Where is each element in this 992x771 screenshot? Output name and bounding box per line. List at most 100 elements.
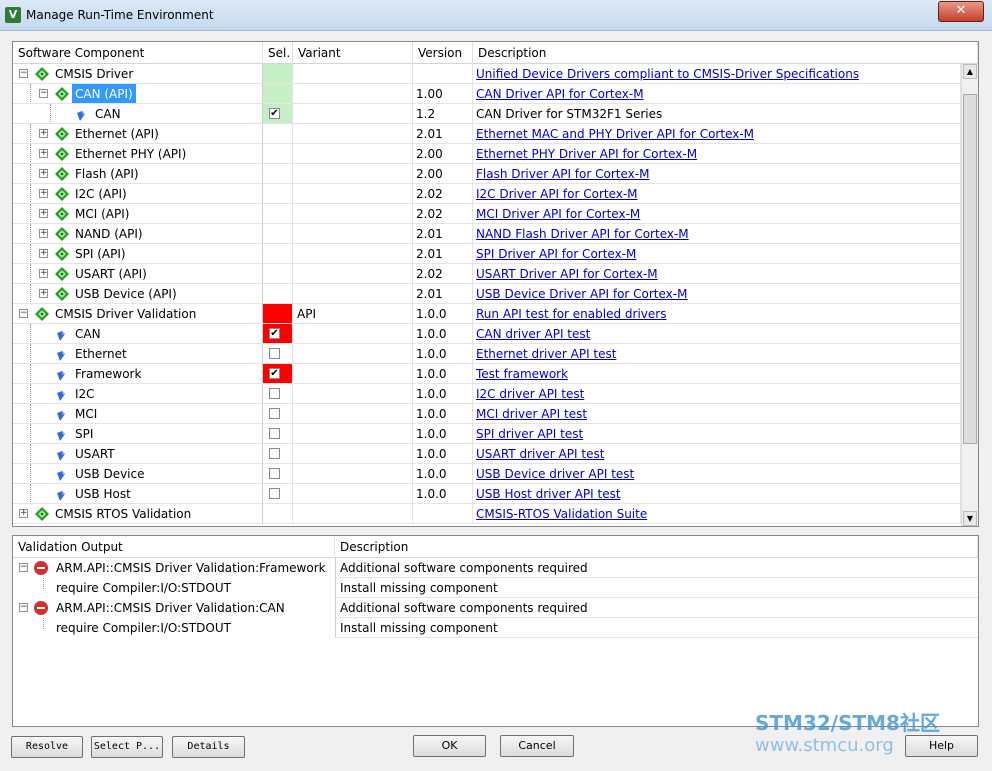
component-row[interactable]: + Ethernet (API) 2.01 Ethernet MAC and PHY … xyxy=(13,124,961,144)
validation-name-cell[interactable]: require Compiler:I/O:STDOUT xyxy=(13,578,335,598)
collapse-icon[interactable]: − xyxy=(19,603,28,612)
description-cell[interactable]: Ethernet PHY Driver API for Cortex-M xyxy=(473,144,961,164)
select-checkbox[interactable] xyxy=(269,448,280,459)
component-name-cell[interactable]: MCI xyxy=(13,404,263,424)
description-cell[interactable]: Ethernet driver API test xyxy=(473,344,961,364)
variant-cell[interactable] xyxy=(293,384,413,404)
sel-cell[interactable] xyxy=(263,504,293,524)
expand-icon[interactable]: + xyxy=(39,209,48,218)
scroll-down-icon[interactable]: ▼ xyxy=(963,511,977,526)
header-validation-output[interactable]: Validation Output xyxy=(13,536,335,558)
expand-icon[interactable]: + xyxy=(39,129,48,138)
component-row[interactable]: − CAN (API) 1.00 CAN Driver API for Cortex-… xyxy=(13,84,961,104)
description-link[interactable]: MCI driver API test xyxy=(476,407,587,421)
description-link[interactable]: Ethernet driver API test xyxy=(476,347,616,361)
variant-cell[interactable] xyxy=(293,404,413,424)
sel-cell[interactable] xyxy=(263,64,293,84)
component-row[interactable]: SPI 1.0.0 SPI driver API test xyxy=(13,424,961,444)
description-cell[interactable]: USART Driver API for Cortex-M xyxy=(473,264,961,284)
validation-name-cell[interactable]: − ARM.API::CMSIS Driver Validation:CAN xyxy=(13,598,335,618)
title-bar[interactable]: V Manage Run-Time Environment ✕ xyxy=(0,0,992,31)
description-cell[interactable]: CAN Driver API for Cortex-M xyxy=(473,84,961,104)
component-name-cell[interactable]: + SPI (API) xyxy=(13,244,263,264)
validation-row[interactable]: − ARM.API::CMSIS Driver Validation:CAN Add… xyxy=(13,598,978,618)
sel-cell[interactable] xyxy=(263,484,293,504)
variant-cell[interactable] xyxy=(293,504,413,524)
component-name-cell[interactable]: SPI xyxy=(13,424,263,444)
expand-icon[interactable]: + xyxy=(39,229,48,238)
description-link[interactable]: USB Device driver API test xyxy=(476,467,634,481)
description-cell[interactable]: Flash Driver API for Cortex-M xyxy=(473,164,961,184)
header-software-component[interactable]: Software Component xyxy=(13,42,263,64)
header-version[interactable]: Version xyxy=(413,42,473,64)
validation-name-cell[interactable]: − ARM.API::CMSIS Driver Validation:Framew… xyxy=(13,558,335,578)
variant-cell[interactable] xyxy=(293,264,413,284)
description-link[interactable]: I2C driver API test xyxy=(476,387,584,401)
variant-cell[interactable] xyxy=(293,244,413,264)
sel-cell[interactable] xyxy=(263,384,293,404)
select-checkbox[interactable] xyxy=(269,348,280,359)
variant-cell[interactable] xyxy=(293,164,413,184)
description-cell[interactable]: I2C Driver API for Cortex-M xyxy=(473,184,961,204)
variant-cell[interactable] xyxy=(293,284,413,304)
sel-cell[interactable] xyxy=(263,204,293,224)
scroll-thumb[interactable] xyxy=(963,94,977,444)
variant-cell[interactable] xyxy=(293,204,413,224)
variant-cell[interactable] xyxy=(293,144,413,164)
component-row[interactable]: USART 1.0.0 USART driver API test xyxy=(13,444,961,464)
sel-cell[interactable] xyxy=(263,84,293,104)
expand-icon[interactable]: + xyxy=(39,189,48,198)
variant-cell[interactable] xyxy=(293,464,413,484)
component-name-cell[interactable]: + NAND (API) xyxy=(13,224,263,244)
select-checkbox[interactable]: ✔ xyxy=(269,328,280,339)
component-row[interactable]: + Ethernet PHY (API) 2.00 Ethernet PHY Driv… xyxy=(13,144,961,164)
description-link[interactable]: Ethernet MAC and PHY Driver API for Cort… xyxy=(476,127,754,141)
sel-cell[interactable] xyxy=(263,344,293,364)
component-row[interactable]: USB Device 1.0.0 USB Device driver API tes… xyxy=(13,464,961,484)
variant-cell[interactable] xyxy=(293,364,413,384)
description-cell[interactable]: Ethernet MAC and PHY Driver API for Cort… xyxy=(473,124,961,144)
variant-cell[interactable] xyxy=(293,104,413,124)
description-cell[interactable]: Test framework xyxy=(473,364,961,384)
component-row[interactable]: − CMSIS Driver Validation API 1.0.0 Run API … xyxy=(13,304,961,324)
validation-output-panel[interactable]: Validation Output Description − ARM.API::… xyxy=(12,535,979,727)
sel-cell[interactable] xyxy=(263,124,293,144)
component-name-cell[interactable]: − CMSIS Driver xyxy=(13,64,263,84)
header-sel[interactable]: Sel. xyxy=(263,42,293,64)
description-link[interactable]: MCI Driver API for Cortex-M xyxy=(476,207,640,221)
variant-cell[interactable] xyxy=(293,224,413,244)
software-component-tree[interactable]: Software Component Sel. Variant Version … xyxy=(12,41,979,527)
description-link[interactable]: SPI Driver API for Cortex-M xyxy=(476,247,636,261)
select-checkbox[interactable] xyxy=(269,408,280,419)
sel-cell[interactable] xyxy=(263,224,293,244)
component-row[interactable]: + CMSIS RTOS Validation CMSIS-RTOS Validat… xyxy=(13,504,961,524)
description-link[interactable]: CMSIS-RTOS Validation Suite xyxy=(476,507,647,521)
description-cell[interactable]: USB Host driver API test xyxy=(473,484,961,504)
details-button[interactable]: Details xyxy=(172,736,245,758)
collapse-icon[interactable]: − xyxy=(19,309,28,318)
component-name-cell[interactable]: USB Host xyxy=(13,484,263,504)
component-row[interactable]: CAN ✔ 1.2 CAN Driver for STM32F1 Series xyxy=(13,104,961,124)
component-name-cell[interactable]: + Flash (API) xyxy=(13,164,263,184)
expand-icon[interactable]: + xyxy=(39,269,48,278)
cancel-button[interactable]: Cancel xyxy=(500,735,574,757)
header-variant[interactable]: Variant xyxy=(293,42,413,64)
sel-cell[interactable] xyxy=(263,304,293,324)
description-cell[interactable]: CAN driver API test xyxy=(473,324,961,344)
variant-cell[interactable] xyxy=(293,484,413,504)
variant-cell[interactable] xyxy=(293,84,413,104)
variant-cell[interactable] xyxy=(293,324,413,344)
variant-cell[interactable] xyxy=(293,64,413,84)
sel-cell[interactable]: ✔ xyxy=(263,364,293,384)
sel-cell[interactable] xyxy=(263,464,293,484)
component-row[interactable]: MCI 1.0.0 MCI driver API test xyxy=(13,404,961,424)
component-row[interactable]: + SPI (API) 2.01 SPI Driver API for Cortex-… xyxy=(13,244,961,264)
component-row[interactable]: USB Host 1.0.0 USB Host driver API test xyxy=(13,484,961,504)
variant-cell[interactable] xyxy=(293,424,413,444)
description-link[interactable]: Unified Device Drivers compliant to CMSI… xyxy=(476,67,859,81)
resolve-button[interactable]: Resolve xyxy=(11,736,83,758)
sel-cell[interactable] xyxy=(263,184,293,204)
component-name-cell[interactable]: + MCI (API) xyxy=(13,204,263,224)
component-name-cell[interactable]: USB Device xyxy=(13,464,263,484)
component-name-cell[interactable]: Framework xyxy=(13,364,263,384)
